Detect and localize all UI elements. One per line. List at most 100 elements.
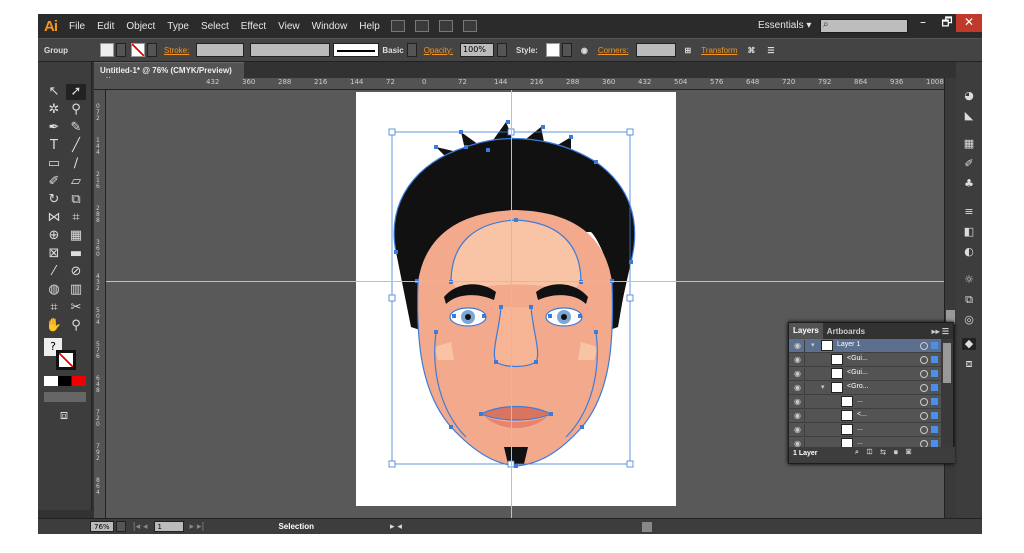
- layer-row[interactable]: ◉ <...: [789, 409, 941, 423]
- visibility-eye-icon[interactable]: ◉: [791, 382, 805, 394]
- menu-view[interactable]: View: [272, 21, 306, 32]
- layer-row[interactable]: ◉...: [789, 423, 941, 437]
- transform-link[interactable]: Transform: [701, 46, 737, 55]
- bridge-icon[interactable]: [390, 20, 405, 32]
- transparency-icon[interactable]: ◐: [962, 246, 976, 258]
- layer-row[interactable]: ◉ <Gui...: [789, 353, 941, 367]
- stroke-color-box[interactable]: [56, 350, 76, 370]
- symbols-icon[interactable]: ♣: [962, 178, 976, 190]
- type-tool-icon[interactable]: T: [44, 138, 64, 154]
- disclosure-triangle-icon[interactable]: ▾: [821, 383, 825, 391]
- target-circle-icon[interactable]: [920, 412, 928, 420]
- menu-edit[interactable]: Edit: [91, 21, 120, 32]
- selection-indicator[interactable]: [931, 356, 938, 363]
- close-button[interactable]: ✕: [956, 14, 982, 32]
- style-dropdown[interactable]: [561, 43, 572, 57]
- selection-indicator[interactable]: [931, 384, 938, 391]
- layer-row[interactable]: ◉ ▾ <Gro...: [789, 381, 941, 395]
- scale-tool-icon[interactable]: ⧉: [66, 192, 86, 208]
- disclosure-triangle-icon[interactable]: ▾: [811, 341, 815, 349]
- pencil-tool-icon[interactable]: ✐: [44, 174, 64, 190]
- variable-width-profile[interactable]: [250, 43, 331, 57]
- shape-builder-icon[interactable]: ⊕: [44, 228, 64, 244]
- selection-indicator[interactable]: [931, 370, 938, 377]
- target-circle-icon[interactable]: [920, 384, 928, 392]
- align-icon[interactable]: ⊞: [685, 46, 692, 55]
- recolor-icon[interactable]: ◉: [581, 46, 588, 55]
- slice-tool-icon[interactable]: ✂: [66, 300, 86, 316]
- corners-field[interactable]: [635, 43, 676, 57]
- brush-dropdown[interactable]: [406, 43, 417, 57]
- lasso-tool-icon[interactable]: ⚲: [66, 102, 86, 118]
- brush-preview[interactable]: [333, 43, 380, 57]
- isolate-icon[interactable]: ⌘: [747, 46, 755, 55]
- selection-indicator[interactable]: [931, 426, 938, 433]
- layers-scroll-thumb[interactable]: [943, 343, 951, 383]
- first-artboard-icon[interactable]: |◂ ◂: [133, 522, 148, 532]
- target-circle-icon[interactable]: [920, 398, 928, 406]
- gradient-panel-icon[interactable]: ◧: [962, 226, 976, 238]
- panel-menu-icon[interactable]: ☰: [767, 46, 774, 55]
- opacity-panel-link[interactable]: Opacity:: [424, 46, 453, 55]
- graphic-styles-icon[interactable]: ⧉: [962, 294, 976, 306]
- blend-tool-icon[interactable]: ⊘: [66, 264, 86, 280]
- color-panel-icon[interactable]: ◕: [962, 90, 976, 102]
- menu-object[interactable]: Object: [120, 21, 161, 32]
- selection-indicator[interactable]: [931, 342, 938, 349]
- arrange-documents-icon[interactable]: [414, 20, 429, 32]
- visibility-eye-icon[interactable]: ◉: [791, 424, 805, 436]
- target-circle-icon[interactable]: [920, 342, 928, 350]
- tab-layers[interactable]: Layers: [789, 323, 823, 339]
- screen-mode-button-icon[interactable]: ⧈: [54, 408, 74, 424]
- stroke-panel-link[interactable]: Stroke:: [164, 46, 189, 55]
- menu-type[interactable]: Type: [161, 21, 195, 32]
- horizontal-scroll-thumb[interactable]: [641, 521, 652, 532]
- visibility-eye-icon[interactable]: ◉: [791, 340, 805, 352]
- selection-indicator[interactable]: [931, 398, 938, 405]
- horizontal-guide[interactable]: [106, 281, 944, 282]
- fill-swatch[interactable]: [100, 43, 114, 57]
- gradient-tool-icon[interactable]: ▬: [66, 246, 86, 262]
- workspace-switcher[interactable]: Essentials ▾: [758, 20, 811, 31]
- tab-artboards[interactable]: Artboards: [823, 327, 869, 336]
- symbol-sprayer-icon[interactable]: ◍: [44, 282, 64, 298]
- pen-tool-icon[interactable]: ✒: [44, 120, 64, 136]
- menu-select[interactable]: Select: [195, 21, 235, 32]
- artboard-number-field[interactable]: 1: [153, 521, 184, 532]
- mesh-tool-icon[interactable]: ⊠: [44, 246, 64, 262]
- appearance-icon[interactable]: ☼: [962, 274, 976, 286]
- artboard[interactable]: [356, 92, 676, 506]
- corners-link[interactable]: Corners:: [598, 46, 629, 55]
- rectangle-tool-icon[interactable]: ▭: [44, 156, 64, 172]
- artboards-panel-icon[interactable]: ⧈: [962, 358, 976, 370]
- drawing-mode-buttons[interactable]: [44, 392, 86, 402]
- width-tool-icon[interactable]: ⋈: [44, 210, 64, 226]
- selection-indicator[interactable]: [931, 412, 938, 419]
- stroke-swatch-dropdown[interactable]: [147, 43, 157, 57]
- selection-tool-icon[interactable]: ↖: [44, 84, 64, 100]
- perspective-grid-icon[interactable]: ▦: [66, 228, 86, 244]
- swatches-icon[interactable]: ▦: [962, 138, 976, 150]
- visibility-eye-icon[interactable]: ◉: [791, 354, 805, 366]
- face-illustration[interactable]: [356, 92, 676, 506]
- minimize-button[interactable]: –: [910, 14, 936, 32]
- target-circle-icon[interactable]: [920, 426, 928, 434]
- menu-window[interactable]: Window: [306, 21, 354, 32]
- layer-row[interactable]: ◉ <Gui...: [789, 367, 941, 381]
- menu-effect[interactable]: Effect: [235, 21, 272, 32]
- fill-dropdown[interactable]: [116, 43, 126, 57]
- screen-mode-icon[interactable]: [462, 20, 477, 32]
- stroke-swatch[interactable]: [131, 43, 145, 57]
- vertical-guide[interactable]: [511, 90, 512, 518]
- eraser-tool-icon[interactable]: ▱: [66, 174, 86, 190]
- zoom-tool-icon[interactable]: ⚲: [66, 318, 86, 334]
- menu-file[interactable]: File: [63, 21, 91, 32]
- target-circle-icon[interactable]: [920, 356, 928, 364]
- next-artboard-icon[interactable]: ▸ ▸|: [190, 522, 205, 532]
- magic-wand-icon[interactable]: ✲: [44, 102, 64, 118]
- direct-selection-tool-icon[interactable]: ➚: [66, 84, 86, 100]
- horizontal-ruler[interactable]: 432 360 288 216 144 72 0 72 144 216 288 360 432 504 57…: [94, 78, 944, 90]
- selection-indicator[interactable]: [931, 440, 938, 447]
- zoom-dropdown[interactable]: [115, 521, 126, 532]
- libraries-icon[interactable]: ◎: [962, 314, 976, 326]
